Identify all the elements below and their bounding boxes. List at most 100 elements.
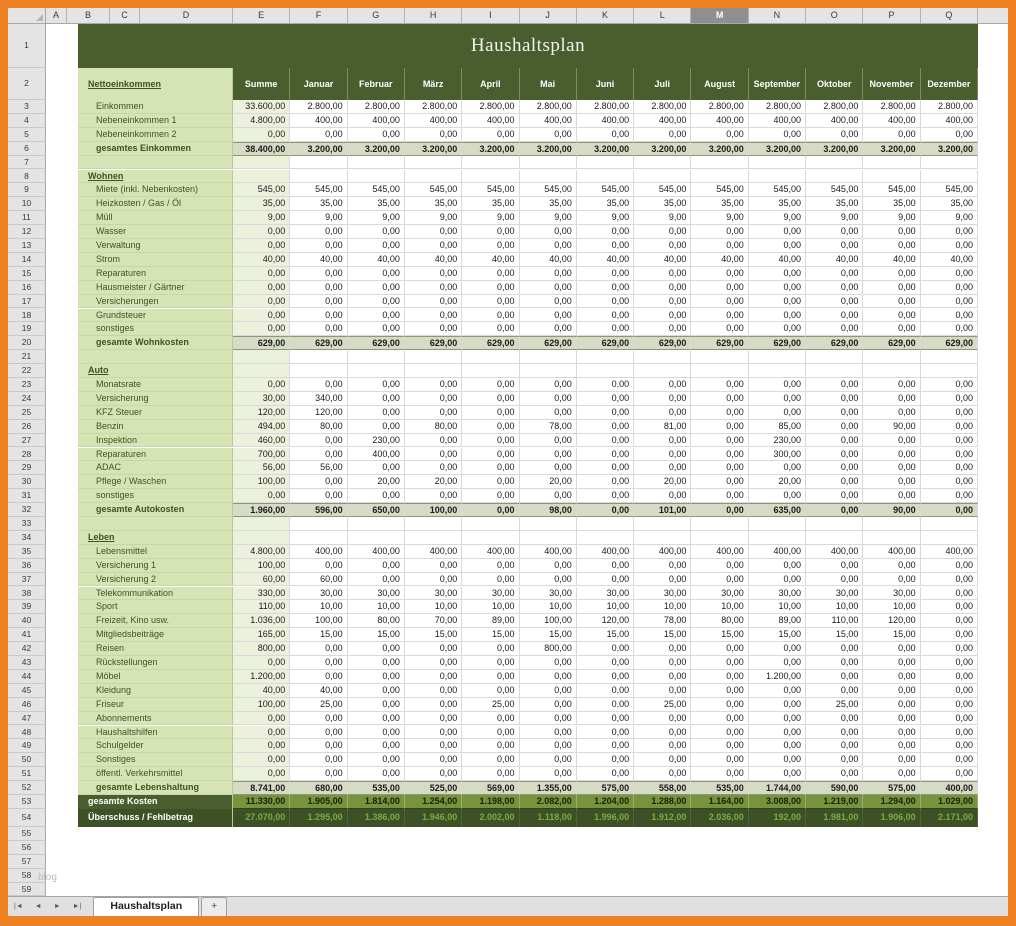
column-header-L[interactable]: L <box>634 8 691 24</box>
cell-r41-oktober[interactable]: 15,00 <box>806 628 863 642</box>
cell-r13-summe[interactable]: 0,00 <box>233 239 290 253</box>
cell-r54-november[interactable]: 1.906,00 <box>863 809 920 827</box>
cell-r51-august[interactable]: 0,00 <box>691 767 748 781</box>
cell-r10-oktober[interactable]: 35,00 <box>806 197 863 211</box>
cell-r12-februar[interactable]: 0,00 <box>348 225 405 239</box>
cell-r28-august[interactable]: 0,00 <box>691 448 748 462</box>
cell-r31-februar[interactable]: 0,00 <box>348 489 405 503</box>
cell-r19-januar[interactable]: 0,00 <box>290 322 347 336</box>
cell-r12-juni[interactable]: 0,00 <box>577 225 634 239</box>
cell-r29-oktober[interactable]: 0,00 <box>806 461 863 475</box>
prev-sheet-button[interactable]: ◄ <box>29 897 48 916</box>
cell-r54-januar[interactable]: 1.295,00 <box>290 809 347 827</box>
cell-r13-januar[interactable]: 0,00 <box>290 239 347 253</box>
cell-r7-september[interactable] <box>749 156 806 170</box>
cell-r30-november[interactable]: 0,00 <box>863 475 920 489</box>
cell-r38-april[interactable]: 30,00 <box>462 587 519 601</box>
cell-r18-juni[interactable]: 0,00 <box>577 309 634 323</box>
cell-r11-mai[interactable]: 9,00 <box>520 211 577 225</box>
cell-r40-mai[interactable]: 100,00 <box>520 614 577 628</box>
row-header-3[interactable]: 3 <box>8 100 46 114</box>
cell-r47-september[interactable]: 0,00 <box>749 712 806 726</box>
cell-r27-januar[interactable]: 0,00 <box>290 434 347 448</box>
cell-r10-august[interactable]: 35,00 <box>691 197 748 211</box>
row-label-50[interactable]: Sonstiges <box>78 753 233 767</box>
cell-r39-juli[interactable]: 10,00 <box>634 600 691 614</box>
cell-r14-dezember[interactable]: 40,00 <box>921 253 978 267</box>
cell-r8-summe[interactable] <box>233 170 290 184</box>
cell-r18-januar[interactable]: 0,00 <box>290 309 347 323</box>
cell-r42-januar[interactable]: 0,00 <box>290 642 347 656</box>
cell-r32-april[interactable]: 0,00 <box>462 503 519 517</box>
cell-r51-summe[interactable]: 0,00 <box>233 767 290 781</box>
row-header-13[interactable]: 13 <box>8 239 46 253</box>
cell-r8-märz[interactable] <box>405 170 462 184</box>
cell-r7-dezember[interactable] <box>921 156 978 170</box>
cell-r19-juli[interactable]: 0,00 <box>634 322 691 336</box>
cell-r11-oktober[interactable]: 9,00 <box>806 211 863 225</box>
cell-r8-januar[interactable] <box>290 170 347 184</box>
cell-r37-juni[interactable]: 0,00 <box>577 573 634 587</box>
cell-r34-februar[interactable] <box>348 531 405 545</box>
row-header-52[interactable]: 52 <box>8 781 46 795</box>
cell-r11-september[interactable]: 9,00 <box>749 211 806 225</box>
cell-r19-summe[interactable]: 0,00 <box>233 322 290 336</box>
cell-r4-januar[interactable]: 400,00 <box>290 114 347 128</box>
cell-r42-april[interactable]: 0,00 <box>462 642 519 656</box>
cell-r46-januar[interactable]: 25,00 <box>290 698 347 712</box>
cell-r11-dezember[interactable]: 9,00 <box>921 211 978 225</box>
cell-r45-summe[interactable]: 40,00 <box>233 684 290 698</box>
cell-r42-juni[interactable]: 0,00 <box>577 642 634 656</box>
cell-r28-oktober[interactable]: 0,00 <box>806 448 863 462</box>
row-header-2[interactable]: 2 <box>8 68 46 100</box>
cell-r36-april[interactable]: 0,00 <box>462 559 519 573</box>
cell-r20-juni[interactable]: 629,00 <box>577 336 634 350</box>
cell-r51-september[interactable]: 0,00 <box>749 767 806 781</box>
cell-r43-november[interactable]: 0,00 <box>863 656 920 670</box>
cell-r17-september[interactable]: 0,00 <box>749 295 806 309</box>
row-header-12[interactable]: 12 <box>8 225 46 239</box>
cell-r37-märz[interactable]: 0,00 <box>405 573 462 587</box>
cell-r26-november[interactable]: 90,00 <box>863 420 920 434</box>
cell-r44-märz[interactable]: 0,00 <box>405 670 462 684</box>
cell-r30-dezember[interactable]: 0,00 <box>921 475 978 489</box>
cell-r3-märz[interactable]: 2.800,00 <box>405 100 462 114</box>
cell-r32-märz[interactable]: 100,00 <box>405 503 462 517</box>
sheet-tab-haushaltsplan[interactable]: Haushaltsplan <box>93 897 199 916</box>
cell-r4-november[interactable]: 400,00 <box>863 114 920 128</box>
row-header-4[interactable]: 4 <box>8 114 46 128</box>
cell-r53-oktober[interactable]: 1.219,00 <box>806 795 863 809</box>
cell-r16-februar[interactable]: 0,00 <box>348 281 405 295</box>
cell-r52-juli[interactable]: 558,00 <box>634 781 691 795</box>
cell-r11-märz[interactable]: 9,00 <box>405 211 462 225</box>
cell-r30-februar[interactable]: 20,00 <box>348 475 405 489</box>
row-header-56[interactable]: 56 <box>8 841 46 855</box>
cell-r36-mai[interactable]: 0,00 <box>520 559 577 573</box>
cell-r24-april[interactable]: 0,00 <box>462 392 519 406</box>
cell-r40-november[interactable]: 120,00 <box>863 614 920 628</box>
cell-r5-märz[interactable]: 0,00 <box>405 128 462 142</box>
cell-r41-november[interactable]: 15,00 <box>863 628 920 642</box>
cell-r6-april[interactable]: 3.200,00 <box>462 142 519 156</box>
cell-r18-summe[interactable]: 0,00 <box>233 309 290 323</box>
cell-r48-april[interactable]: 0,00 <box>462 726 519 740</box>
cell-r9-märz[interactable]: 545,00 <box>405 183 462 197</box>
last-sheet-button[interactable]: ►| <box>67 897 88 916</box>
cell-r51-februar[interactable]: 0,00 <box>348 767 405 781</box>
row-label-47[interactable]: Abonnements <box>78 712 233 726</box>
cell-r25-november[interactable]: 0,00 <box>863 406 920 420</box>
cell-r37-februar[interactable]: 0,00 <box>348 573 405 587</box>
cell-r52-mai[interactable]: 1.355,00 <box>520 781 577 795</box>
cell-r35-november[interactable]: 400,00 <box>863 545 920 559</box>
row-header-37[interactable]: 37 <box>8 573 46 587</box>
cell-r18-juli[interactable]: 0,00 <box>634 309 691 323</box>
cell-r15-dezember[interactable]: 0,00 <box>921 267 978 281</box>
cell-r27-juni[interactable]: 0,00 <box>577 434 634 448</box>
cell-r12-mai[interactable]: 0,00 <box>520 225 577 239</box>
cell-r14-oktober[interactable]: 40,00 <box>806 253 863 267</box>
cell-r10-april[interactable]: 35,00 <box>462 197 519 211</box>
cell-r27-august[interactable]: 0,00 <box>691 434 748 448</box>
row-label-7[interactable] <box>78 156 233 170</box>
cell-r25-februar[interactable]: 0,00 <box>348 406 405 420</box>
row-label-32[interactable]: gesamte Autokosten <box>78 503 233 517</box>
